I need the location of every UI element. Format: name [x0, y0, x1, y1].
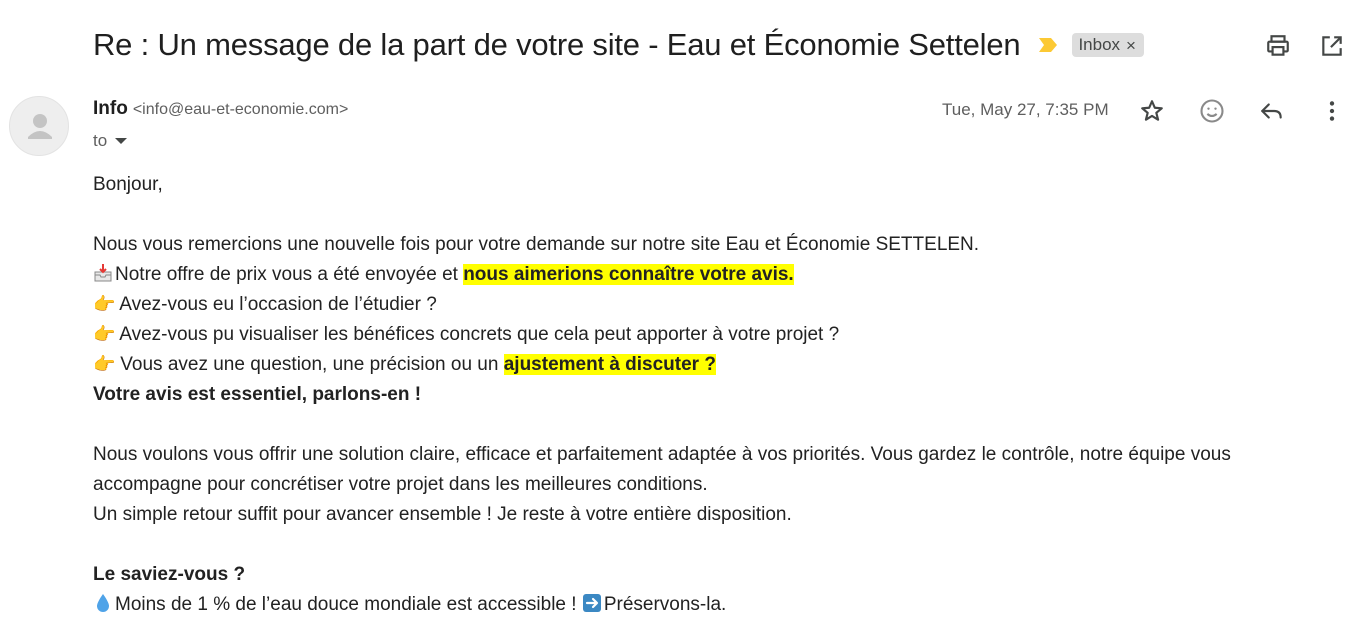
- pointing-hand-icon: 👉: [93, 354, 116, 375]
- message-date: Tue, May 27, 7:35 PM: [942, 100, 1109, 119]
- more-vertical-icon[interactable]: [1318, 97, 1346, 125]
- inbox-label-chip[interactable]: Inbox ×: [1072, 33, 1144, 57]
- offer-highlight: nous aimerions connaître votre avis.: [463, 264, 794, 285]
- bullet-question-text: Vous avez une question, une précision ou…: [120, 354, 504, 375]
- sender-avatar: [9, 96, 69, 156]
- sender-line: Info <info@eau-et-economie.com>: [93, 98, 348, 124]
- bullet-benefits: 👉 Avez-vous pu visualiser les bénéfices …: [93, 320, 1323, 350]
- reply-icon[interactable]: [1258, 97, 1286, 125]
- message-body: Bonjour, Nous vous remercions une nouvel…: [93, 170, 1323, 620]
- importance-marker-icon[interactable]: [1038, 37, 1058, 53]
- offer-text: Notre offre de prix vous a été envoyée e…: [115, 264, 464, 285]
- remove-label-icon[interactable]: ×: [1126, 37, 1136, 54]
- paragraph-solution-1: Nous voulons vous offrir une solution cl…: [93, 444, 1231, 465]
- inbox-tray-icon: [93, 263, 113, 283]
- greeting: Bonjour,: [93, 174, 163, 195]
- water-fact: Moins de 1 % de l’eau douce mondiale est…: [93, 590, 1323, 620]
- water-fact-text: Moins de 1 % de l’eau douce mondiale est…: [115, 594, 582, 615]
- body-line-thanks: Nous vous remercions une nouvelle fois p…: [93, 234, 980, 255]
- water-fact-end: Préservons-la.: [603, 594, 727, 615]
- bullet-benefits-text: Avez-vous pu visualiser les bénéfices co…: [119, 324, 840, 345]
- emoji-reaction-icon[interactable]: [1198, 97, 1226, 125]
- bullet-question: 👉 Vous avez une question, une précision …: [93, 350, 1323, 380]
- subject-row: Re : Un message de la part de votre site…: [93, 22, 1357, 68]
- recipient-details-toggle[interactable]: to: [93, 130, 128, 152]
- pointing-hand-icon: 👉: [93, 324, 116, 345]
- right-arrow-icon: [582, 593, 602, 613]
- pointing-hand-icon: 👉: [93, 294, 116, 315]
- did-you-know-heading: Le saviez-vous ?: [93, 564, 246, 585]
- label-chip-text: Inbox: [1078, 35, 1121, 54]
- open-in-new-window-icon[interactable]: [1318, 32, 1346, 60]
- sender-email: <info@eau-et-economie.com>: [132, 101, 349, 118]
- print-icon[interactable]: [1264, 32, 1292, 60]
- droplet-icon: [93, 593, 113, 613]
- email-subject: Re : Un message de la part de votre site…: [93, 27, 1021, 62]
- bullet-study: 👉 Avez-vous eu l’occasion de l’étudier ?: [93, 290, 1323, 320]
- sender-name[interactable]: Info: [93, 98, 128, 120]
- star-icon[interactable]: [1138, 97, 1166, 125]
- bullet-study-text: Avez-vous eu l’occasion de l’étudier ?: [119, 294, 437, 315]
- body-line-offer: Notre offre de prix vous a été envoyée e…: [93, 260, 1323, 290]
- chevron-down-icon[interactable]: [115, 138, 128, 144]
- paragraph-solution-2: accompagne pour concrétiser votre projet…: [93, 474, 708, 495]
- paragraph-solution-3: Un simple retour suffit pour avancer ens…: [93, 504, 792, 525]
- recipient-label: to: [93, 131, 108, 150]
- default-avatar-icon: [28, 114, 52, 139]
- bold-statement: Votre avis est essentiel, parlons-en !: [93, 384, 422, 405]
- adjustment-highlight: ajustement à discuter ?: [503, 354, 716, 375]
